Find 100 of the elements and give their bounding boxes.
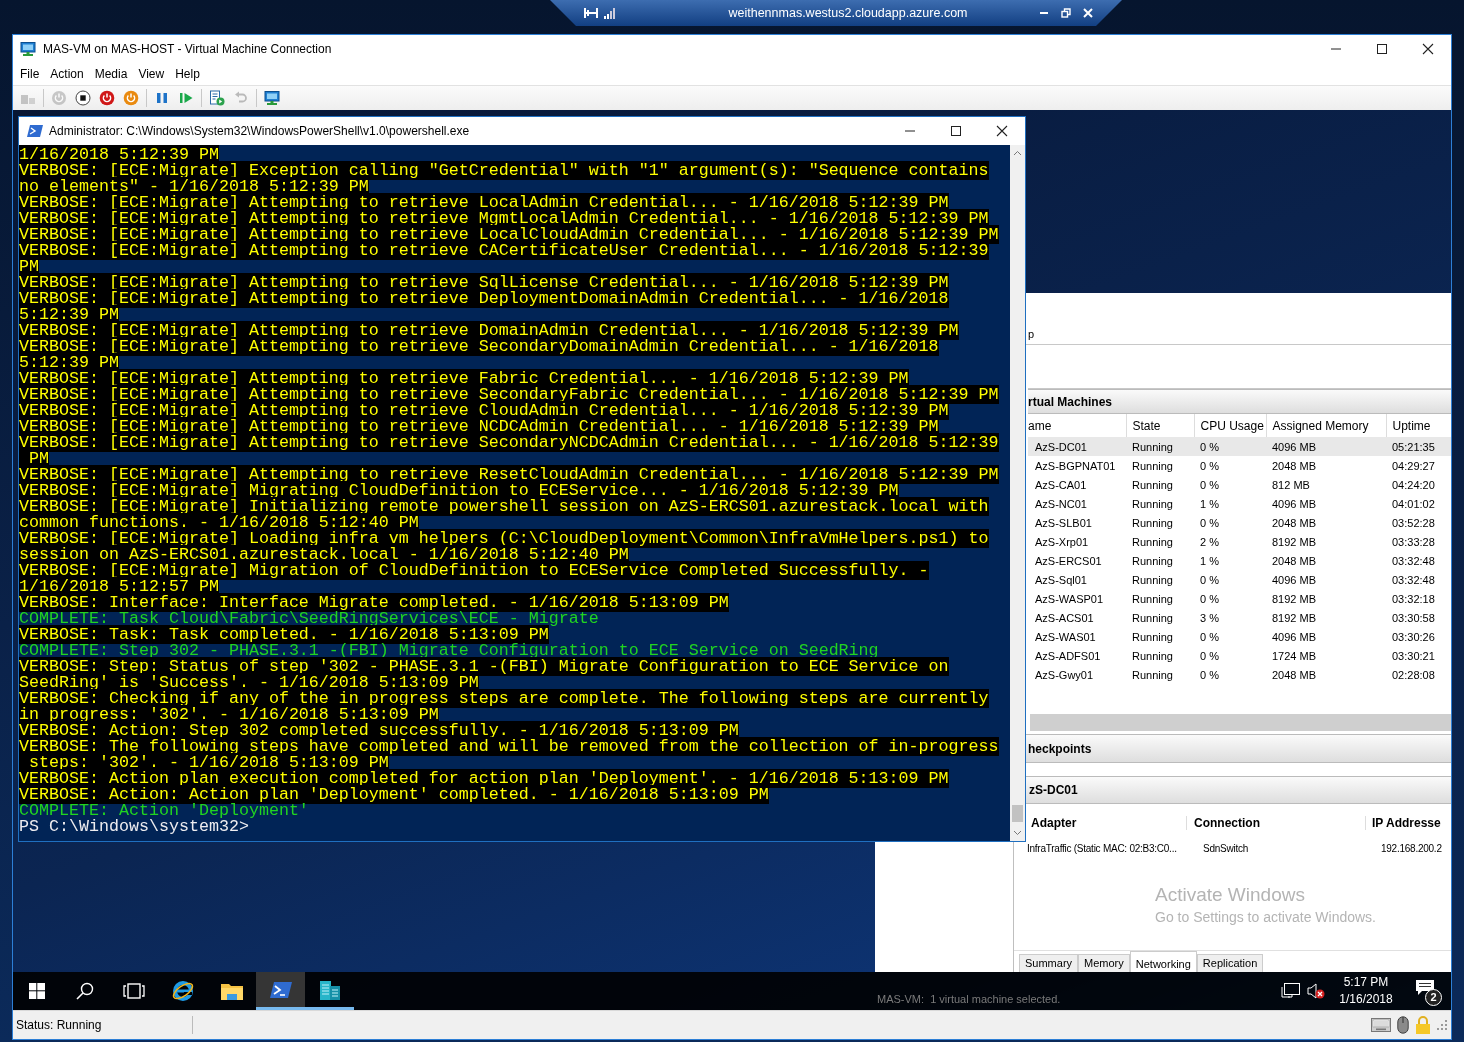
column-header[interactable]: IP Addresse (1365, 816, 1441, 830)
table-cell: Running (1126, 456, 1194, 475)
table-cell-text: 03:52:28 (1391, 515, 1436, 531)
table-cell-text: 03:32:48 (1391, 572, 1436, 588)
console-line: COMPLETE: Action 'Deployment' (19, 801, 309, 820)
mouse-icon[interactable] (1397, 1016, 1409, 1034)
clock-date[interactable]: 1/16/2018 (1339, 991, 1393, 1008)
table-cell: AzS-DC01 (1028, 437, 1126, 456)
console-line: COMPLETE: Step 302 - PHASE.3.1 -(FBI) Migrate Configuration to ECE Service on SeedRing (19, 641, 879, 660)
table-cell-text: 03:30:26 (1391, 629, 1436, 645)
table-row[interactable]: AzS-ACS01 Running 3 % 8192 MB 03:30:58 (1028, 608, 1451, 627)
table-row[interactable]: AzS-NC01 Running 1 % 4096 MB 04:01:02 (1028, 494, 1451, 513)
table-row[interactable]: AzS-BGPNAT01 Running 0 % 2048 MB 04:29:27 (1028, 456, 1451, 475)
scrollbar-thumb[interactable] (1012, 805, 1023, 822)
table-cell: Running (1126, 437, 1194, 456)
monitor-icon (264, 90, 280, 106)
table-cell-text: 1724 MB (1271, 648, 1318, 664)
manager-status-text: MAS-VM: 1 virtual machine selected. (877, 993, 1061, 1005)
table-cell-text: 1 % (1199, 553, 1220, 569)
status-text: Status: Running (13, 1016, 193, 1034)
clock-time[interactable]: 5:17 PM (1343, 974, 1389, 991)
table-cell-text: SdnSwitch (1203, 842, 1249, 854)
menu-item[interactable]: Media (89, 67, 133, 81)
search-icon (75, 982, 94, 1000)
table-cell-text: AzS-SLB01 (1034, 515, 1093, 531)
table-cell: 0 % (1194, 456, 1266, 475)
table-cell-text: 03:30:58 (1391, 610, 1436, 626)
table-cell-text: AzS-ADFS01 (1034, 648, 1102, 664)
message-icon (1416, 979, 1434, 995)
table-cell: 05:21:35 (1386, 437, 1451, 456)
table-cell-text: Running (1131, 667, 1174, 683)
table-row[interactable]: AzS-Gwy01 Running 0 % 2048 MB 02:28:08 (1028, 665, 1451, 684)
table-row[interactable]: AzS-Xrp01 Running 2 % 8192 MB 03:33:28 (1028, 532, 1451, 551)
table-row[interactable]: AzS-ADFS01 Running 0 % 1724 MB 03:30:21 (1028, 646, 1451, 665)
tab[interactable]: Memory (1078, 954, 1130, 972)
power-icon (51, 90, 67, 106)
table-cell-text: 03:33:28 (1391, 534, 1436, 550)
table-row[interactable]: AzS-CA01 Running 0 % 812 MB 04:24:20 (1028, 475, 1451, 494)
stop-icon (75, 90, 91, 106)
table-cell-text: Running (1131, 591, 1174, 607)
resize-grip-icon[interactable] (1437, 1020, 1447, 1030)
table-cell-text: 2 % (1199, 534, 1220, 550)
column-header[interactable]: Adapter (1029, 816, 1186, 830)
table-row[interactable]: AzS-Sql01 Running 0 % 4096 MB 03:32:48 (1028, 570, 1451, 589)
tab[interactable]: Summary (1019, 954, 1079, 972)
table-cell-text: 0 % (1199, 477, 1220, 493)
table-cell: 4096 MB (1266, 437, 1386, 456)
table-row[interactable]: AzS-DC01 Running 0 % 4096 MB 05:21:35 (1028, 437, 1451, 456)
table-cell-text: Running (1131, 572, 1174, 588)
keyboard-icon[interactable] (1371, 1018, 1391, 1032)
tab[interactable]: Replication (1196, 954, 1264, 972)
globe-e-icon (170, 979, 195, 1003)
table-cell-text: 2048 MB (1271, 667, 1318, 683)
minimize-icon (904, 130, 916, 132)
menu-item[interactable]: File (15, 67, 45, 81)
table-cell-text: 02:28:08 (1391, 667, 1436, 683)
close-button[interactable] (1082, 7, 1094, 19)
table-cell-text: 8192 MB (1271, 591, 1318, 607)
terminal-button[interactable] (256, 972, 305, 1010)
terminal-icon (27, 124, 43, 138)
table-cell: 0 % (1194, 437, 1266, 456)
restore-icon (1061, 8, 1071, 18)
scrollbar[interactable] (1010, 145, 1025, 841)
table-cell-text: 03:32:18 (1391, 591, 1436, 607)
table-cell-text: 1 % (1199, 496, 1220, 512)
table-row[interactable]: AzS-WASP01 Running 0 % 8192 MB 03:32:18 (1028, 589, 1451, 608)
minimize-icon (1330, 48, 1342, 50)
speaker-icon[interactable] (1307, 982, 1325, 1000)
table-row[interactable]: AzS-ERCS01 Running 1 % 2048 MB 03:32:48 (1028, 551, 1451, 570)
column-header[interactable]: Connection (1186, 816, 1365, 830)
tab[interactable]: Networking (1129, 951, 1197, 972)
table-cell-text: Running (1131, 553, 1174, 569)
table-cell: 2048 MB (1266, 456, 1386, 475)
network-icon[interactable] (1281, 982, 1301, 1000)
table-cell: 192.168.200.2 (1381, 842, 1442, 854)
power-icon (99, 90, 115, 106)
pin-icon[interactable] (584, 7, 598, 19)
table-row[interactable]: AzS-WAS01 Running 0 % 4096 MB 03:30:26 (1028, 627, 1451, 646)
chevron-down-icon (1013, 830, 1022, 836)
table-cell: AzS-BGPNAT01 (1028, 456, 1126, 475)
signal-icon[interactable] (604, 7, 616, 19)
table-cell-text: InfraTraffic (Static MAC: 02:B3:C0... (1026, 842, 1178, 854)
menu-item[interactable]: View (133, 67, 170, 81)
table-cell-text: 0 % (1199, 648, 1220, 664)
table-cell-text: AzS-CA01 (1034, 477, 1088, 493)
table-cell-text: 0 % (1199, 572, 1220, 588)
close-icon (1083, 8, 1093, 18)
maximize-icon (1377, 44, 1387, 54)
activation-title: Activate Windows (1155, 884, 1306, 906)
table-cell-text: AzS-Sql01 (1034, 572, 1088, 588)
menu-item[interactable]: Action (45, 67, 89, 81)
restore-button[interactable] (1060, 7, 1072, 19)
table-cell: 04:29:27 (1386, 456, 1451, 475)
table-cell-text: AzS-WAS01 (1034, 629, 1097, 645)
menu-item[interactable]: Help (170, 67, 205, 81)
chevron-up-icon (1013, 150, 1022, 156)
table-cell-text: AzS-WASP01 (1034, 591, 1105, 607)
table-row[interactable]: AzS-SLB01 Running 0 % 2048 MB 03:52:28 (1028, 513, 1451, 532)
horizontal-scrollbar[interactable] (1030, 714, 1451, 731)
table-cell-text: Running (1131, 648, 1174, 664)
